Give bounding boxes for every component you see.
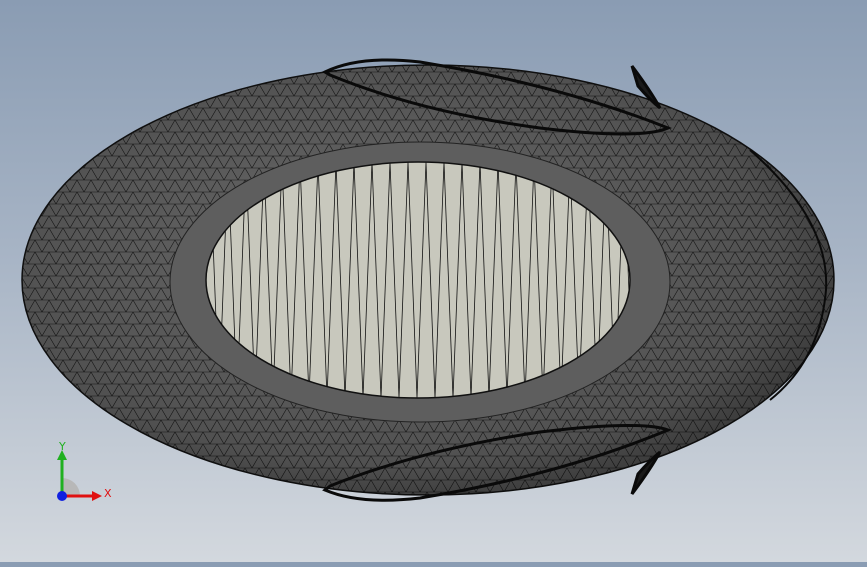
model-canvas[interactable] — [0, 0, 867, 562]
x-axis-label: X — [104, 487, 112, 500]
3d-viewport[interactable]: Y X — [0, 0, 867, 562]
z-axis-dot — [57, 491, 67, 501]
axis-triad: Y X — [48, 440, 118, 506]
y-axis-label: Y — [59, 440, 66, 453]
